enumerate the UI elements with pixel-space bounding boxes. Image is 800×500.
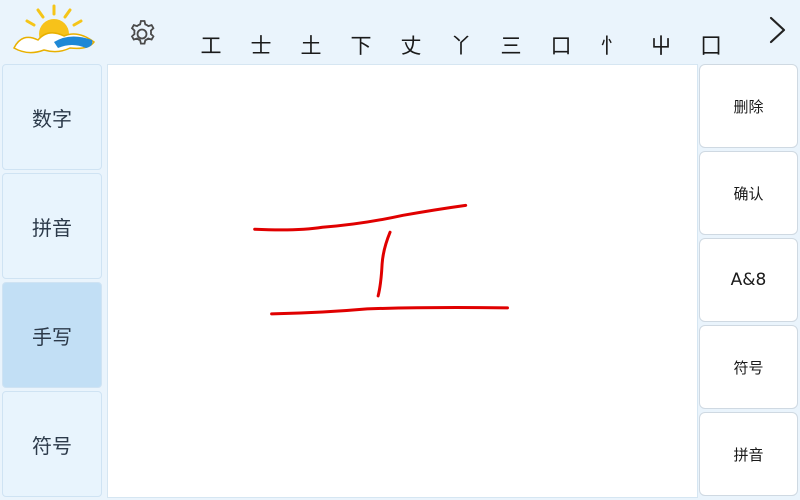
- mode-label: 手写: [32, 324, 72, 349]
- handwriting-strokes: [253, 203, 510, 316]
- candidate-char[interactable]: 士: [236, 30, 286, 60]
- top-bar: 工 士 土 下 丈 丫 三 口 忄 屮 囗: [0, 0, 800, 64]
- symbol-button[interactable]: 符号: [699, 325, 798, 409]
- ink-stroke: [270, 306, 510, 316]
- confirm-label: 确认: [733, 184, 764, 203]
- mode-symbol-button[interactable]: 符号: [2, 391, 102, 497]
- pinyin-label: 拼音: [733, 445, 764, 464]
- candidate-char[interactable]: 三: [486, 30, 536, 60]
- mode-label: 数字: [32, 106, 72, 131]
- sun-cloud-logo-icon: [8, 2, 100, 58]
- delete-button[interactable]: 删除: [699, 64, 798, 148]
- handwriting-canvas[interactable]: [107, 64, 698, 498]
- ink-stroke: [253, 203, 468, 232]
- alnum-button[interactable]: A&8: [699, 238, 798, 322]
- candidate-char[interactable]: 下: [336, 30, 386, 60]
- symbol-label: 符号: [733, 358, 764, 377]
- delete-label: 删除: [733, 97, 764, 116]
- gear-icon[interactable]: [124, 16, 160, 52]
- mode-handwriting-button[interactable]: 手写: [2, 282, 102, 388]
- mode-label: 拼音: [32, 215, 72, 240]
- candidate-char[interactable]: 土: [286, 30, 336, 60]
- mode-label: 符号: [32, 433, 72, 458]
- confirm-button[interactable]: 确认: [699, 151, 798, 235]
- ink-stroke: [376, 230, 392, 298]
- candidate-char[interactable]: 忄: [586, 30, 636, 60]
- candidate-char[interactable]: 丈: [386, 30, 436, 60]
- candidate-char[interactable]: 屮: [636, 30, 686, 60]
- candidate-char[interactable]: 囗: [686, 30, 736, 60]
- mode-number-button[interactable]: 数字: [2, 64, 102, 170]
- mode-pinyin-button[interactable]: 拼音: [2, 173, 102, 279]
- pinyin-button[interactable]: 拼音: [699, 412, 798, 496]
- candidate-char[interactable]: 工: [186, 30, 236, 60]
- candidate-char[interactable]: 口: [536, 30, 586, 60]
- candidate-char[interactable]: 丫: [436, 30, 486, 60]
- candidate-list: 工 士 土 下 丈 丫 三 口 忄 屮 囗: [186, 30, 746, 60]
- alnum-label: A&8: [730, 270, 767, 290]
- chevron-right-icon[interactable]: [762, 14, 792, 46]
- input-mode-column: 数字 拼音 手写 符号: [2, 64, 102, 500]
- action-column: 删除 确认 A&8 符号 拼音: [699, 64, 798, 499]
